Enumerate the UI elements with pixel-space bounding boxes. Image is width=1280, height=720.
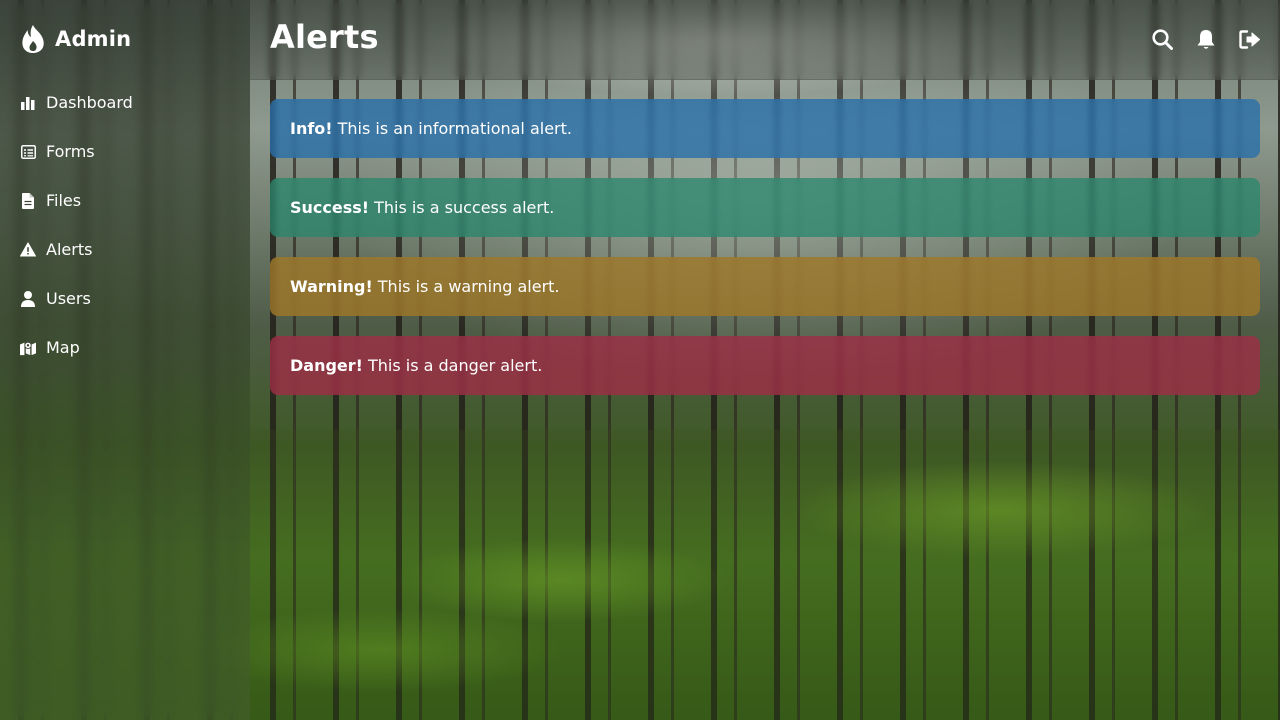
alert-danger: Danger! This is a danger alert. [270,336,1260,395]
sidebar-item-users[interactable]: Users [0,274,250,323]
sidebar-item-label: Dashboard [46,93,133,112]
warning-icon [20,242,36,258]
bell-icon [1197,29,1215,49]
alert-title: Danger! [290,356,363,375]
alert-title: Warning! [290,277,373,296]
form-icon [20,144,36,160]
alert-title: Success! [290,198,370,217]
alert-message: This is a danger alert. [367,356,543,375]
sidebar-item-label: Files [46,191,82,210]
sidebar-item-label: Alerts [46,240,93,259]
page-title: Alerts [270,18,379,56]
alerts-list: Info! This is an informational alert. Su… [270,99,1260,415]
notifications-button[interactable] [1194,26,1218,52]
sidebar-nav: Dashboard Forms Files Alerts Users Map [0,78,250,372]
search-button[interactable] [1150,26,1174,52]
sidebar-item-files[interactable]: Files [0,176,250,225]
sidebar: Admin Dashboard Forms Files Alerts Users… [0,0,250,720]
sidebar-item-forms[interactable]: Forms [0,127,250,176]
flame-icon [22,25,44,53]
sidebar-item-alerts[interactable]: Alerts [0,225,250,274]
map-icon [20,340,36,356]
brand[interactable]: Admin [20,22,131,56]
file-icon [20,192,36,209]
bar-chart-icon [20,95,36,111]
header-actions [1150,26,1262,52]
brand-name: Admin [55,27,132,51]
sidebar-item-label: Users [46,289,91,308]
alert-success: Success! This is a success alert. [270,178,1260,237]
alert-title: Info! [290,119,333,138]
sidebar-item-label: Map [46,338,80,357]
sidebar-item-label: Forms [46,142,95,161]
top-header: Alerts [250,0,1280,80]
user-icon [20,290,36,307]
sidebar-item-dashboard[interactable]: Dashboard [0,78,250,127]
alert-info: Info! This is an informational alert. [270,99,1260,158]
search-icon [1151,28,1173,50]
logout-icon [1239,29,1260,49]
alert-message: This is a warning alert. [377,277,560,296]
sidebar-item-map[interactable]: Map [0,323,250,372]
alert-message: This is a success alert. [374,198,555,217]
logout-button[interactable] [1238,26,1262,52]
alert-message: This is an informational alert. [337,119,572,138]
alert-warning: Warning! This is a warning alert. [270,257,1260,316]
